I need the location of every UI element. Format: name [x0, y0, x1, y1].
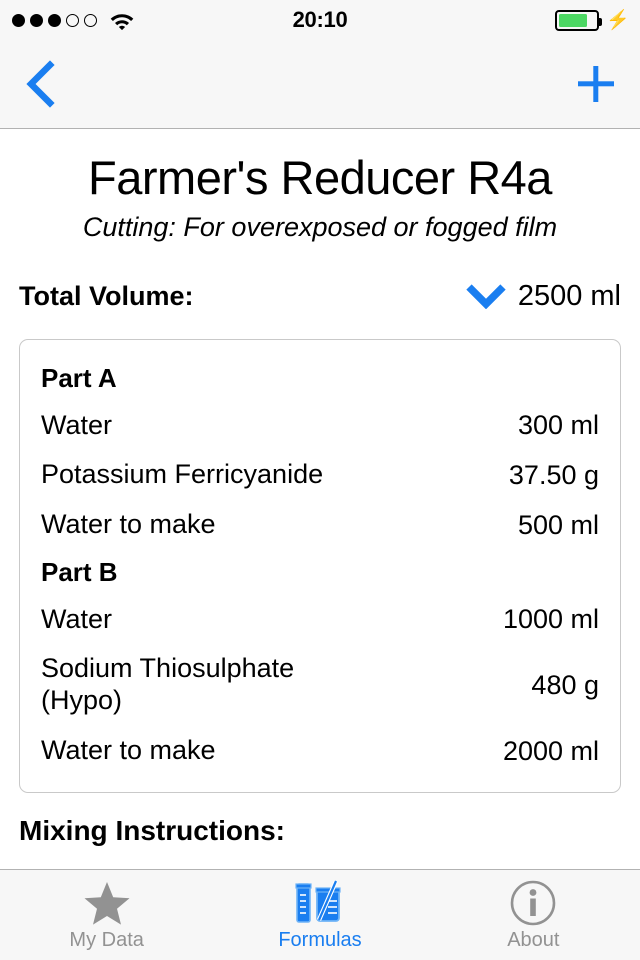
navigation-bar	[0, 40, 640, 129]
table-row: Sodium Thiosulphate (Hypo) 480 g	[41, 644, 599, 726]
battery-icon	[555, 9, 603, 31]
beaker-icon	[292, 879, 348, 927]
table-row: Water 300 ml	[41, 401, 599, 451]
lightning-bolt-icon: ⚡	[606, 9, 630, 31]
mixing-instructions-heading: Mixing Instructions:	[19, 815, 285, 847]
battery-cap	[599, 17, 603, 26]
formula-detail-scroll-view[interactable]: Farmer's Reducer R4a Cutting: For overex…	[0, 130, 640, 869]
info-icon	[509, 879, 557, 927]
ingredients-card: Part A Water 300 ml Potassium Ferricyani…	[19, 339, 621, 794]
tab-formulas[interactable]: Formulas	[213, 870, 426, 960]
ingredient-name: Sodium Thiosulphate (Hypo)	[41, 653, 295, 716]
part-b-heading: Part B	[41, 557, 118, 588]
ingredient-name: Water to make	[41, 509, 216, 540]
tab-label: About	[507, 929, 560, 951]
formula-subtitle: Cutting: For overexposed or fogged film	[82, 211, 558, 242]
tab-label: Formulas	[278, 929, 362, 951]
ingredient-amount: 300 ml	[517, 409, 599, 440]
tab-my-data[interactable]: My Data	[0, 870, 213, 960]
tab-bar: My Data Formulas About	[0, 869, 640, 960]
status-bar-right: ⚡	[555, 0, 630, 40]
ingredient-amount: 480 g	[531, 669, 599, 700]
ingredient-name: Water	[41, 409, 113, 440]
ingredient-name: Water to make	[41, 735, 216, 766]
ingredient-name: Potassium Ferricyanide	[41, 459, 324, 490]
ingredient-amount: 37.50 g	[508, 459, 599, 490]
total-volume-selector[interactable]: 2500 ml	[465, 280, 621, 313]
part-a-heading: Part A	[41, 363, 117, 394]
table-row: Water to make 2000 ml	[41, 726, 599, 776]
total-volume-row[interactable]: Total Volume: 2500 ml	[0, 279, 640, 313]
ingredient-amount: 2000 ml	[502, 735, 599, 766]
ingredient-name: Water	[41, 603, 113, 634]
chevron-left-icon	[26, 60, 55, 108]
back-button[interactable]	[14, 56, 66, 112]
plus-icon	[578, 66, 614, 102]
page-title: Farmer's Reducer R4a	[88, 151, 552, 204]
table-row: Potassium Ferricyanide 37.50 g	[41, 450, 599, 500]
total-volume-value: 2500 ml	[517, 279, 621, 312]
tab-label: My Data	[69, 929, 144, 951]
status-bar: 20:10 ⚡	[0, 0, 640, 40]
battery-level-fill	[559, 13, 587, 27]
add-formula-button[interactable]	[570, 56, 622, 112]
table-row: Water 1000 ml	[41, 595, 599, 645]
total-volume-label: Total Volume:	[19, 280, 194, 311]
tab-about[interactable]: About	[427, 870, 640, 960]
star-icon	[83, 879, 131, 927]
chevron-down-icon	[466, 284, 506, 310]
ingredient-amount: 1000 ml	[502, 604, 599, 635]
status-bar-clock: 20:10	[292, 7, 348, 32]
table-row: Water to make 500 ml	[41, 500, 599, 550]
ingredient-amount: 500 ml	[517, 509, 599, 540]
